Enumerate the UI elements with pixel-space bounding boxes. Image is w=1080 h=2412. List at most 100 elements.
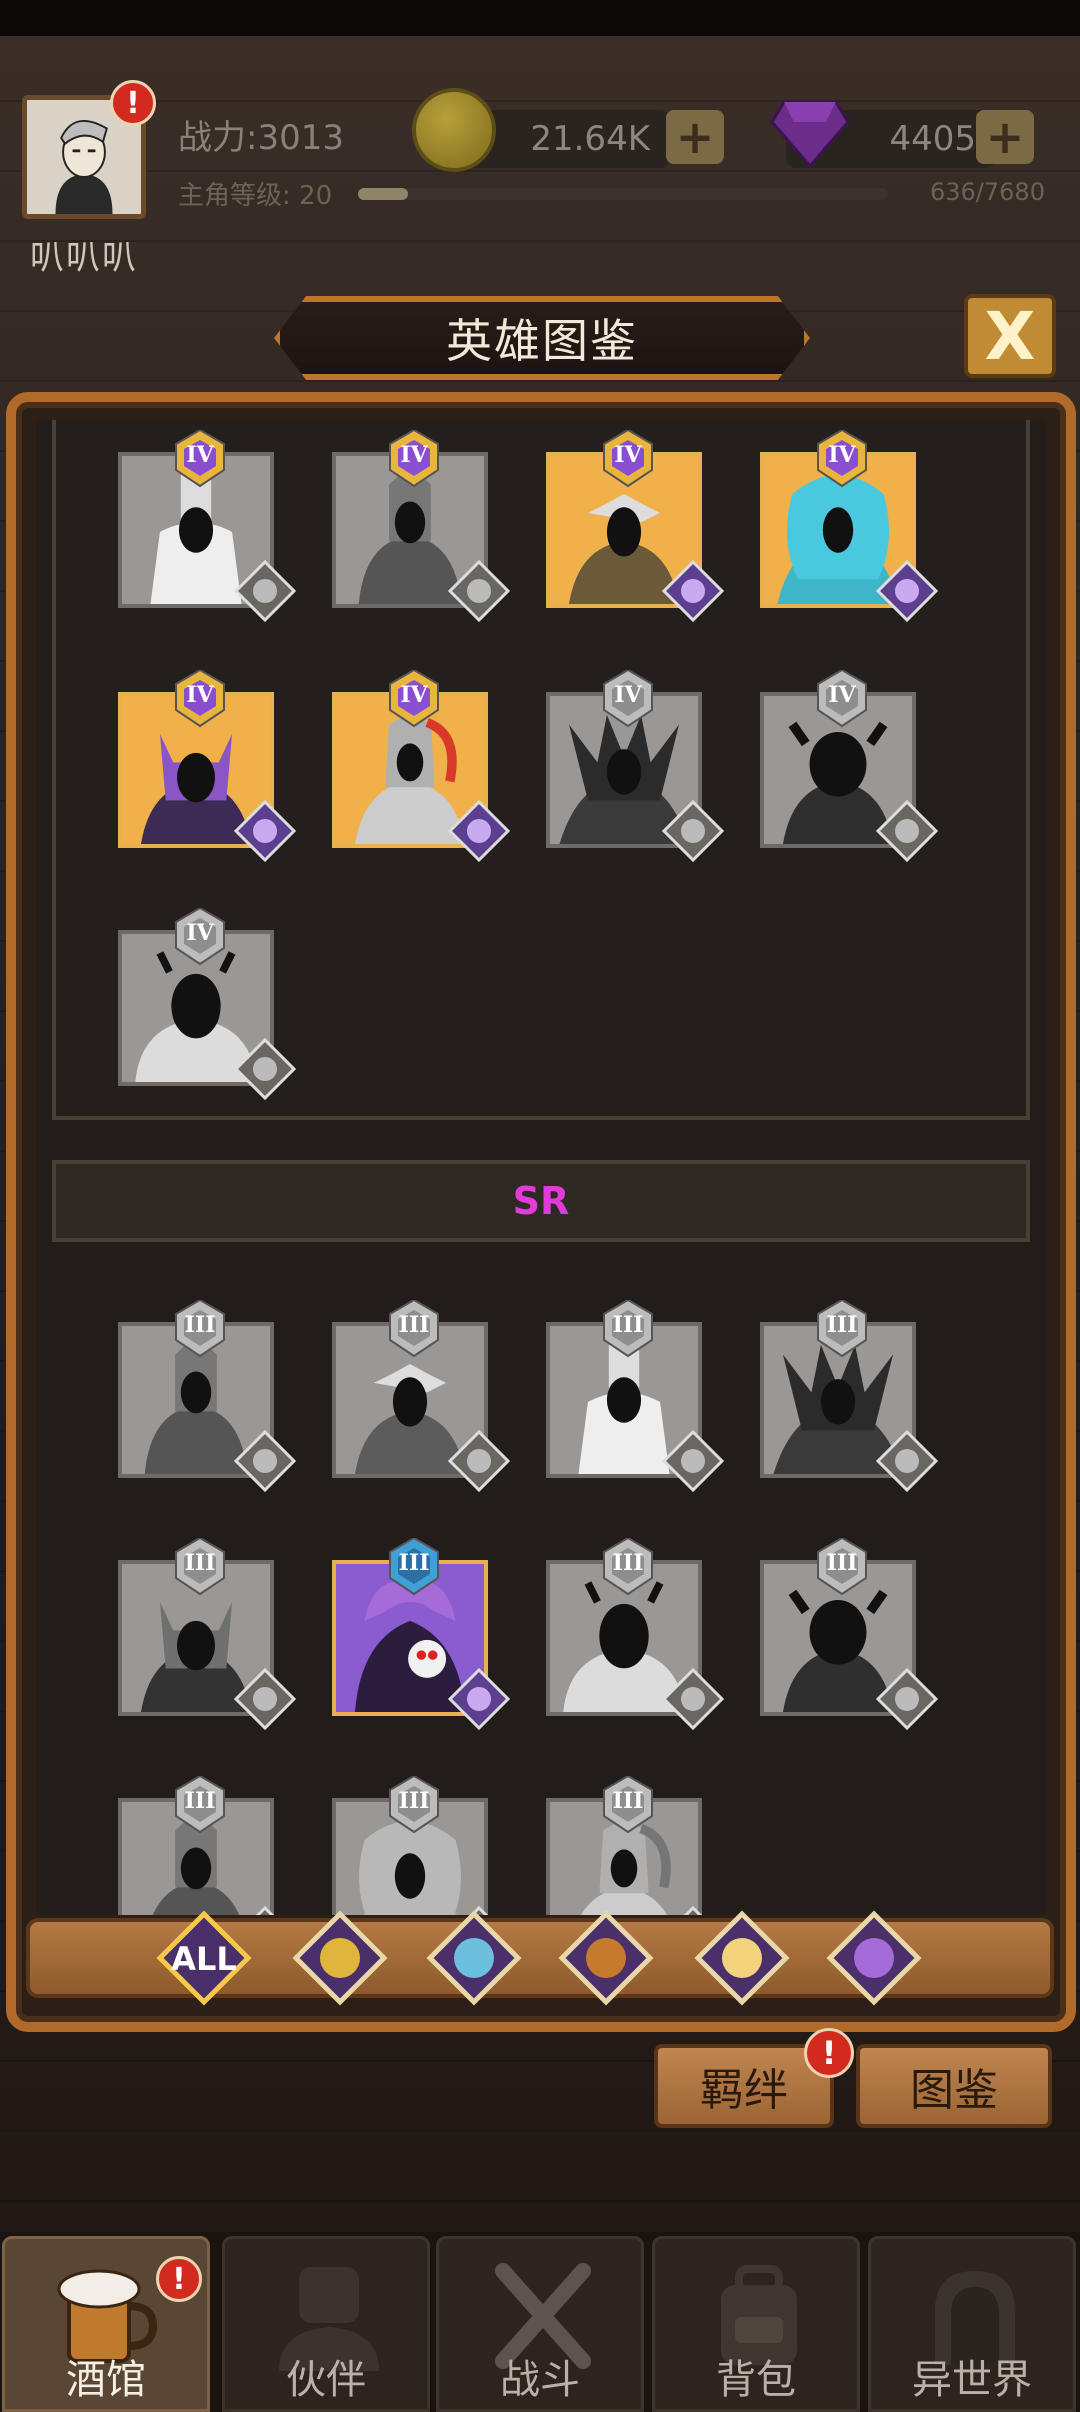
player-name: 叭叭叭	[30, 238, 138, 278]
nav-label-bag: 背包	[716, 2357, 796, 2403]
horde-faction-icon	[661, 1429, 725, 1493]
fish-faction-icon	[233, 1037, 297, 1101]
codex-label: 图鉴	[910, 2065, 998, 2116]
lion-faction-icon	[233, 1667, 297, 1731]
rank-badge-icon: IV	[596, 428, 660, 488]
hero-card[interactable]: III	[118, 1298, 297, 1493]
lion-faction-icon	[586, 1938, 626, 1978]
rank-badge-icon: IV	[168, 428, 232, 488]
filter-horde-button[interactable]	[292, 1910, 388, 2006]
hero-card[interactable]: III	[332, 1536, 511, 1731]
hero-card[interactable]: IV	[332, 668, 511, 863]
hero-card[interactable]: III	[332, 1298, 511, 1493]
fish-faction-icon	[875, 559, 939, 623]
nav-label-battle: 战斗	[500, 2357, 580, 2403]
rank-label: III	[826, 1312, 858, 1338]
avatar-alert-badge: !	[110, 80, 156, 126]
nav-label-partner: 伙伴	[286, 2357, 366, 2403]
elf-faction-icon	[722, 1938, 762, 1978]
sr-section-header: SR	[52, 1160, 1030, 1242]
rank-label: III	[184, 1312, 216, 1338]
combat-power: 战力:3013	[178, 118, 344, 158]
add-gold-button[interactable]: +	[666, 110, 724, 164]
hero-card[interactable]: III	[760, 1536, 939, 1731]
fish-faction-icon	[454, 1938, 494, 1978]
rank-label: IV	[614, 682, 642, 708]
rank-badge-icon: III	[382, 1536, 446, 1596]
lion-faction-icon	[447, 559, 511, 623]
hero-card[interactable]: IV	[118, 428, 297, 623]
close-button[interactable]: X	[964, 294, 1056, 378]
rank-label: III	[398, 1788, 430, 1814]
filter-elf-button[interactable]	[694, 1910, 790, 2006]
hero-card[interactable]: IV	[546, 428, 725, 623]
gold-coin-icon	[412, 88, 496, 172]
hero-card[interactable]: IV	[546, 668, 725, 863]
rank-label: IV	[828, 442, 856, 468]
elf-faction-icon	[875, 1667, 939, 1731]
rank-label: IV	[828, 682, 856, 708]
filter-all-button[interactable]: ALL	[156, 1910, 252, 2006]
rank-label: IV	[400, 442, 428, 468]
filter-demon-button[interactable]	[826, 1910, 922, 2006]
bond-label: 羁绊	[700, 2065, 788, 2116]
rank-badge-icon: IV	[382, 428, 446, 488]
level-progress-bar	[358, 188, 888, 200]
rank-label: IV	[186, 442, 214, 468]
gem-value: 4405	[889, 119, 976, 159]
hero-card[interactable]: IV	[118, 906, 297, 1101]
level-progress-fill	[358, 188, 408, 200]
demon-faction-icon	[447, 1667, 511, 1731]
codex-button[interactable]: 图鉴	[856, 2044, 1052, 2128]
nav-tab-battle[interactable]: 战斗	[436, 2236, 644, 2412]
hero-card[interactable]: III	[546, 1298, 725, 1493]
filter-lion-button[interactable]	[558, 1910, 654, 2006]
nav-tab-partner[interactable]: 伙伴	[222, 2236, 430, 2412]
rank-label: III	[398, 1312, 430, 1338]
nav-label-tavern: 酒馆	[66, 2357, 146, 2403]
rank-label: III	[826, 1550, 858, 1576]
rank-badge-icon: IV	[168, 668, 232, 728]
hero-card[interactable]: III	[118, 1536, 297, 1731]
horde-faction-icon	[320, 1938, 360, 1978]
hero-card[interactable]: IV	[332, 428, 511, 623]
rank-label: III	[184, 1788, 216, 1814]
rank-badge-icon: III	[168, 1536, 232, 1596]
rank-badge-icon: III	[810, 1298, 874, 1358]
panel-title: 英雄图鉴	[274, 296, 810, 380]
player-level: 主角等级: 20	[178, 181, 333, 211]
hero-card[interactable]: IV	[760, 428, 939, 623]
gold-value: 21.64K	[530, 119, 650, 159]
hero-card[interactable]: III	[546, 1536, 725, 1731]
hero-card[interactable]: IV	[118, 668, 297, 863]
rank-badge-icon: IV	[810, 428, 874, 488]
hero-card[interactable]: III	[118, 1774, 275, 1915]
hero-card[interactable]: III	[760, 1298, 939, 1493]
rank-badge-icon: III	[596, 1536, 660, 1596]
rank-label: III	[612, 1788, 644, 1814]
nav-tab-bag[interactable]: 背包	[652, 2236, 860, 2412]
rank-badge-icon: IV	[168, 906, 232, 966]
rank-badge-icon: III	[168, 1298, 232, 1358]
hero-card[interactable]: III	[332, 1774, 489, 1915]
hero-card[interactable]: IV	[760, 668, 939, 863]
nav-tab-otherworld[interactable]: 异世界	[868, 2236, 1076, 2412]
add-gem-button[interactable]: +	[976, 110, 1034, 164]
rank-badge-icon: III	[382, 1774, 446, 1834]
demon-faction-icon	[233, 799, 297, 863]
rank-label: IV	[400, 682, 428, 708]
lion-faction-icon	[875, 799, 939, 863]
elf-faction-icon	[661, 559, 725, 623]
hero-list-scroll[interactable]: SR IV IV IV IV IV IV IV IV IV III III III III III III I…	[36, 420, 1046, 1915]
filter-fish-button[interactable]	[426, 1910, 522, 2006]
elf-faction-icon	[875, 1429, 939, 1493]
hero-card[interactable]: III	[546, 1774, 703, 1915]
rank-label: IV	[186, 682, 214, 708]
rank-label: IV	[614, 442, 642, 468]
elf-faction-icon	[661, 1667, 725, 1731]
rank-badge-icon: III	[382, 1298, 446, 1358]
rank-label: III	[184, 1550, 216, 1576]
filter-all-label: ALL	[171, 1940, 237, 1978]
rank-badge-icon: III	[596, 1774, 660, 1834]
rank-badge-icon: IV	[810, 668, 874, 728]
